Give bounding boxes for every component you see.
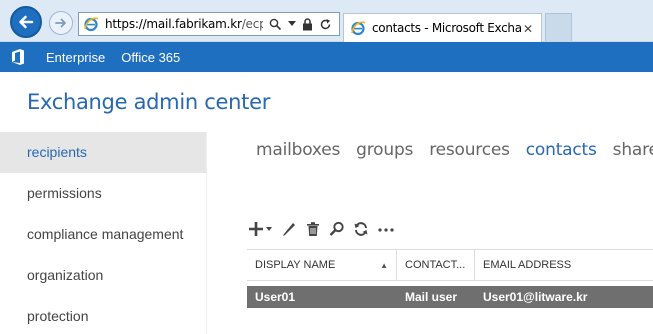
sidebar-item-organization[interactable]: organization	[0, 255, 206, 296]
search-icon[interactable]	[329, 221, 345, 237]
refresh-icon[interactable]	[353, 221, 369, 237]
cell-email-address: User01@litware.kr	[483, 290, 588, 304]
table-header: DISPLAY NAME ▲ CONTACT... EMAIL ADDRESS	[247, 249, 653, 281]
address-bar[interactable]: https://mail.fabrikam.kr/ecp/de	[78, 12, 340, 36]
url-host: https://mail.fabrikam.kr	[105, 17, 242, 31]
back-arrow-icon	[19, 15, 34, 29]
add-icon[interactable]	[249, 221, 273, 237]
browser-chrome: https://mail.fabrikam.kr/ecp/de contacts…	[0, 0, 653, 42]
tab-contacts[interactable]: contacts	[526, 140, 597, 160]
url-text[interactable]: https://mail.fabrikam.kr/ecp/de	[105, 17, 263, 31]
tab-groups[interactable]: groups	[356, 140, 413, 160]
cell-contact-type: Mail user	[405, 290, 458, 304]
forward-button[interactable]	[49, 11, 73, 35]
back-button[interactable]	[10, 6, 42, 38]
edit-icon[interactable]	[281, 221, 297, 237]
toolbar	[249, 219, 395, 239]
tab-shared[interactable]: shared	[613, 140, 653, 160]
more-icon[interactable]	[377, 221, 395, 237]
page-title: Exchange admin center	[27, 90, 271, 114]
refresh-page-icon[interactable]	[319, 18, 332, 31]
column-header-contact-type[interactable]: CONTACT...	[397, 250, 475, 280]
table-row[interactable]: User01 Mail user User01@litware.kr	[247, 286, 653, 308]
topbar-link-enterprise[interactable]: Enterprise	[46, 50, 105, 65]
sidebar-item-compliance-management[interactable]: compliance management	[0, 214, 206, 255]
sidebar-item-permissions[interactable]: permissions	[0, 173, 206, 214]
delete-icon[interactable]	[305, 221, 321, 237]
office-logo-icon[interactable]	[0, 42, 36, 72]
ie-tab-icon	[351, 21, 366, 36]
close-tab-icon[interactable]: ✕	[523, 22, 533, 36]
top-nav-bar: Enterprise Office 365	[0, 42, 653, 72]
column-header-display-name[interactable]: DISPLAY NAME ▲	[247, 250, 397, 280]
url-path: /ecp/de	[241, 17, 263, 31]
recipients-subnav: mailboxes groups resources contacts shar…	[256, 140, 653, 160]
ie-logo-icon	[84, 17, 99, 32]
cell-display-name: User01	[255, 290, 296, 304]
column-header-email-address[interactable]: EMAIL ADDRESS	[475, 250, 653, 280]
sidebar-item-protection[interactable]: protection	[0, 296, 206, 334]
dropdown-arrow-icon[interactable]	[288, 21, 296, 27]
forward-arrow-icon	[55, 18, 66, 28]
column-label: DISPLAY NAME	[255, 259, 336, 271]
topbar-link-office365[interactable]: Office 365	[121, 50, 180, 65]
sort-ascending-icon: ▲	[380, 260, 388, 270]
new-tab-button[interactable]	[545, 13, 572, 41]
tab-mailboxes[interactable]: mailboxes	[256, 140, 340, 160]
lock-icon[interactable]	[302, 17, 313, 31]
sidebar: recipients permissions compliance manage…	[0, 132, 207, 334]
search-icon[interactable]	[269, 18, 282, 31]
browser-tab-contacts[interactable]: contacts - Microsoft Excha... ✕	[343, 13, 542, 42]
tab-resources[interactable]: resources	[429, 140, 510, 160]
tab-title: contacts - Microsoft Excha...	[372, 21, 522, 35]
sidebar-item-recipients[interactable]: recipients	[0, 132, 206, 173]
